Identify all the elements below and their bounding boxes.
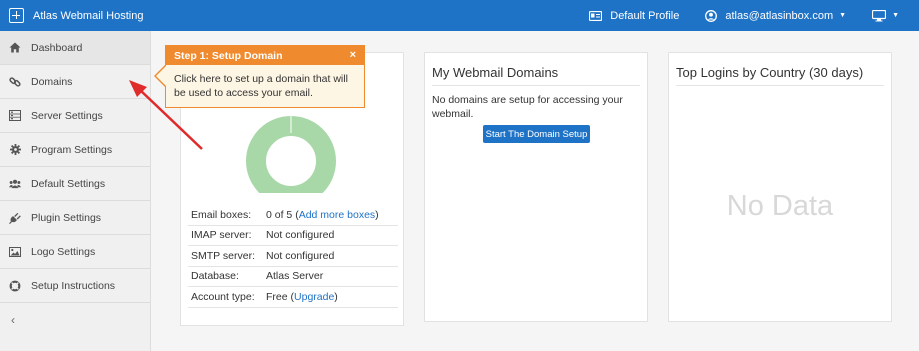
server-icon xyxy=(9,110,21,122)
app-title: Atlas Webmail Hosting xyxy=(33,9,144,22)
sidebar-item-label: Server Settings xyxy=(31,109,103,122)
plug-icon xyxy=(9,212,21,224)
profile-menu[interactable]: Default Profile xyxy=(589,10,679,22)
users-icon xyxy=(9,178,21,190)
sidebar-item-dashboard[interactable]: Dashboard xyxy=(0,31,150,65)
id-card-icon xyxy=(589,10,603,21)
panel-title: My Webmail Domains xyxy=(432,65,559,80)
divider xyxy=(676,85,884,86)
lifebuoy-icon xyxy=(9,280,21,292)
sidebar: Dashboard Domains Server Settings Progra… xyxy=(0,31,151,351)
imap-value: Not configured xyxy=(266,229,335,242)
close-icon[interactable]: × xyxy=(350,49,356,61)
user-email: atlas@atlasinbox.com xyxy=(725,9,834,22)
sidebar-item-label: Logo Settings xyxy=(31,245,96,258)
info-row-email-boxes: Email boxes: 0 of 5 (Add more boxes) xyxy=(188,205,398,226)
info-row-database: Database: Atlas Server xyxy=(188,267,398,287)
panel-title: Top Logins by Country (30 days) xyxy=(676,65,864,80)
add-more-boxes-link[interactable]: Add more boxes xyxy=(299,209,375,221)
sidebar-item-default-settings[interactable]: Default Settings xyxy=(0,167,150,201)
plus-box-icon xyxy=(9,8,24,23)
email-boxes-value: 0 of 5 xyxy=(266,208,293,221)
gear-icon xyxy=(9,144,21,156)
caret-down-icon: ▼ xyxy=(839,12,847,19)
sidebar-item-label: Domains xyxy=(31,75,73,88)
top-logins-panel: Top Logins by Country (30 days) No Data xyxy=(668,52,892,322)
donut-ring xyxy=(246,116,336,206)
email-boxes-donut xyxy=(245,108,337,206)
image-icon xyxy=(9,246,21,258)
tooltip-header: Step 1: Setup Domain × xyxy=(166,46,364,65)
tooltip-pointer-inner xyxy=(156,66,166,86)
sidebar-item-logo-settings[interactable]: Logo Settings xyxy=(0,235,150,269)
start-domain-setup-button[interactable]: Start The Domain Setup xyxy=(483,125,590,143)
profile-label: Default Profile xyxy=(610,9,680,22)
smtp-value: Not configured xyxy=(266,249,335,262)
user-menu[interactable]: atlas@atlasinbox.com ▼ xyxy=(705,10,846,22)
caret-down-icon: ▼ xyxy=(892,12,899,19)
sidebar-item-server-settings[interactable]: Server Settings xyxy=(0,99,150,133)
webmail-domains-panel: My Webmail Domains No domains are setup … xyxy=(424,52,648,322)
home-icon xyxy=(9,42,21,54)
sidebar-item-label: Default Settings xyxy=(31,177,106,190)
account-info-table: Email boxes: 0 of 5 (Add more boxes) IMA… xyxy=(188,205,398,308)
upgrade-link[interactable]: Upgrade xyxy=(294,291,334,303)
info-row-smtp: SMTP server: Not configured xyxy=(188,246,398,267)
display-menu[interactable]: ▼ xyxy=(872,9,899,22)
no-data-placeholder: No Data xyxy=(726,190,834,222)
info-row-imap: IMAP server: Not configured xyxy=(188,226,398,246)
sidebar-item-label: Setup Instructions xyxy=(31,279,116,292)
chevron-left-icon: ‹ xyxy=(11,313,15,327)
sidebar-item-label: Plugin Settings xyxy=(31,211,102,224)
sidebar-item-setup-instructions[interactable]: Setup Instructions xyxy=(0,269,150,303)
setup-domain-tooltip: Step 1: Setup Domain × Click here to set… xyxy=(165,45,365,108)
sidebar-item-program-settings[interactable]: Program Settings xyxy=(0,133,150,167)
link-icon xyxy=(9,76,21,88)
monitor-icon xyxy=(872,9,887,21)
sidebar-item-plugin-settings[interactable]: Plugin Settings xyxy=(0,201,150,235)
info-row-account-type: Account type: Free (Upgrade) xyxy=(188,287,398,308)
tooltip-body: Click here to set up a domain that will … xyxy=(174,73,348,99)
user-circle-icon xyxy=(705,9,718,22)
database-value: Atlas Server xyxy=(266,270,324,283)
top-navbar: Atlas Webmail Hosting Default Profile at… xyxy=(0,0,919,31)
sidebar-item-domains[interactable]: Domains xyxy=(0,65,150,99)
no-domains-message: No domains are setup for accessing your … xyxy=(432,94,623,120)
brand[interactable]: Atlas Webmail Hosting xyxy=(0,0,143,31)
account-type-value: Free xyxy=(266,290,288,303)
sidebar-item-label: Dashboard xyxy=(31,41,83,54)
collapse-sidebar-button[interactable]: ‹ xyxy=(0,303,150,337)
tooltip-title: Step 1: Setup Domain xyxy=(174,49,283,62)
divider xyxy=(432,85,640,86)
sidebar-item-label: Program Settings xyxy=(31,143,113,156)
